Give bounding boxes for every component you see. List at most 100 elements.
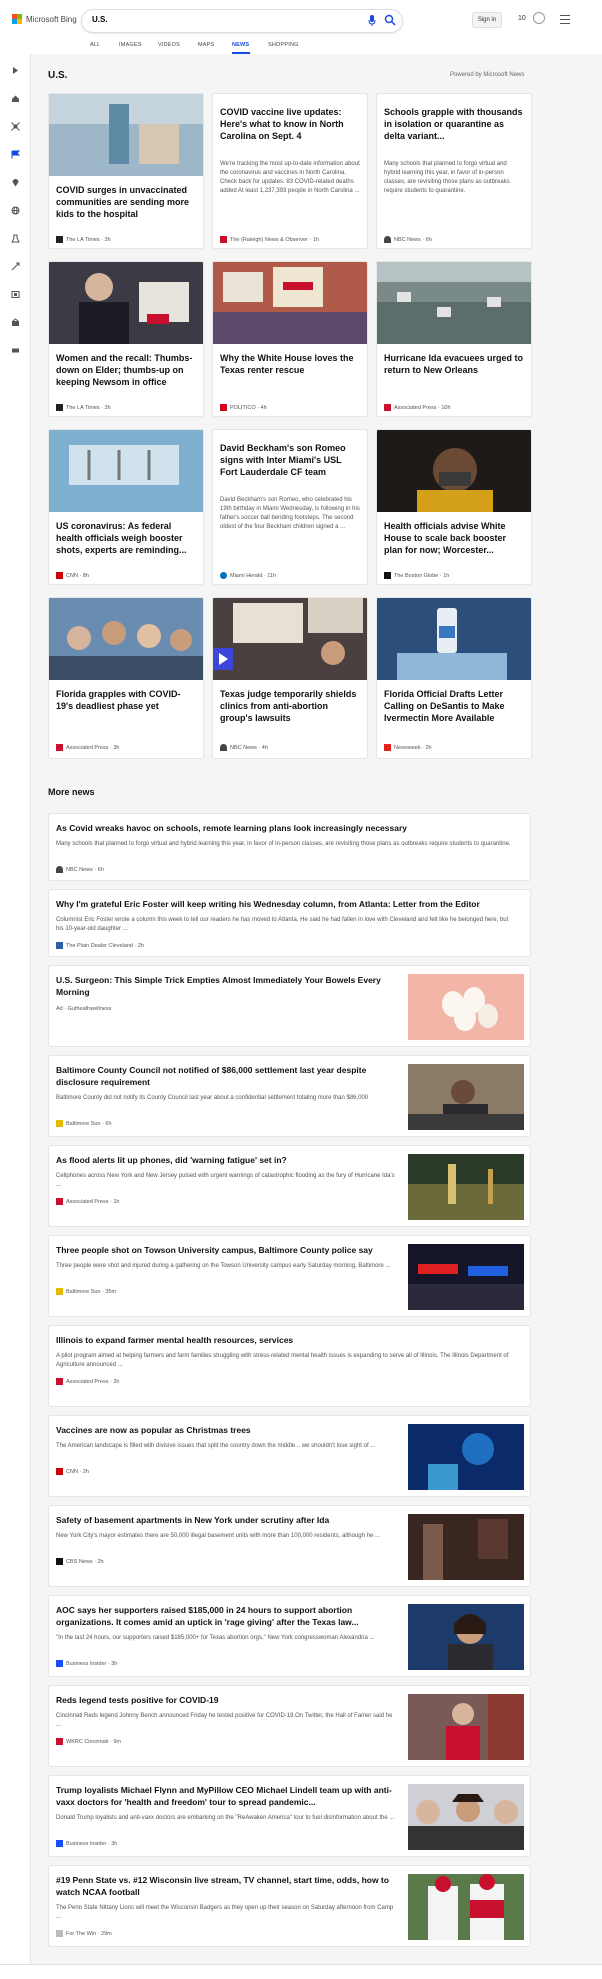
news-card[interactable]: Florida grapples with COVID-19's deadlie… [48, 597, 204, 759]
tab-all[interactable]: ALL [90, 42, 100, 48]
rewards-points[interactable]: 10 [518, 15, 526, 22]
row-source[interactable]: CNN · 2h [56, 1468, 89, 1475]
card-source[interactable]: Associated Press · 3h [56, 744, 120, 751]
card-source[interactable]: Miami Herald · 11h [220, 572, 276, 579]
card-title[interactable]: Florida grapples with COVID-19's deadlie… [56, 688, 196, 712]
news-card[interactable]: COVID vaccine live updates: Here's what … [212, 93, 368, 249]
row-title[interactable]: U.S. Surgeon: This Simple Trick Empties … [56, 974, 396, 998]
news-row[interactable]: Reds legend tests positive for COVID-19 … [48, 1685, 531, 1767]
card-title[interactable]: Schools grapple with thousands in isolat… [384, 106, 524, 142]
card-title[interactable]: Florida Official Drafts Letter Calling o… [384, 688, 524, 724]
news-row[interactable]: Trump loyalists Michael Flynn and MyPill… [48, 1775, 531, 1857]
entertainment-icon[interactable] [11, 290, 20, 299]
row-title[interactable]: #19 Penn State vs. #12 Wisconsin live st… [56, 1874, 396, 1898]
card-title[interactable]: US coronavirus: As federal health offici… [56, 520, 196, 556]
news-card[interactable]: COVID surges in unvaccinated communities… [48, 93, 204, 249]
news-row[interactable]: As flood alerts lit up phones, did 'warn… [48, 1145, 531, 1227]
microphone-icon[interactable] [368, 15, 376, 26]
news-card[interactable]: Why the White House loves the Texas rent… [212, 261, 368, 417]
row-source[interactable]: For The Win · 29m [56, 1930, 112, 1937]
sign-in-button[interactable]: Sign in [472, 12, 502, 28]
row-title[interactable]: Illinois to expand farmer mental health … [56, 1334, 516, 1346]
news-row[interactable]: As Covid wreaks havoc on schools, remote… [48, 813, 531, 881]
home-icon[interactable] [11, 94, 20, 103]
card-title[interactable]: Texas judge temporarily shields clinics … [220, 688, 360, 724]
card-source[interactable]: Associated Press · 10h [384, 404, 451, 411]
row-title[interactable]: AOC says her supporters raised $185,000 … [56, 1604, 396, 1628]
row-title[interactable]: Reds legend tests positive for COVID-19 [56, 1694, 396, 1706]
news-card[interactable]: Schools grapple with thousands in isolat… [376, 93, 532, 249]
row-source[interactable]: Business Insider · 3h [56, 1660, 117, 1667]
row-title[interactable]: Vaccines are now as popular as Christmas… [56, 1424, 396, 1436]
row-title[interactable]: Three people shot on Towson University c… [56, 1244, 396, 1256]
menu-icon[interactable] [560, 15, 570, 27]
card-source[interactable]: NBC News · 6h [384, 236, 432, 243]
card-source[interactable]: NBC News · 4h [220, 744, 268, 751]
sports-icon[interactable] [11, 346, 20, 355]
card-source[interactable]: The Boston Globe · 1h [384, 572, 449, 579]
news-row[interactable]: #19 Penn State vs. #12 Wisconsin live st… [48, 1865, 531, 1947]
row-title[interactable]: Baltimore County Council not notified of… [56, 1064, 396, 1088]
row-source[interactable]: Baltimore Sun · 35m [56, 1288, 116, 1295]
rewards-icon[interactable] [533, 12, 545, 24]
card-title[interactable]: COVID vaccine live updates: Here's what … [220, 106, 360, 142]
news-row[interactable]: AOC says her supporters raised $185,000 … [48, 1595, 531, 1677]
news-card[interactable]: Health officials advise White House to s… [376, 429, 532, 585]
news-card[interactable]: David Beckham's son Romeo signs with Int… [212, 429, 368, 585]
row-source[interactable]: Business Insider · 3h [56, 1840, 117, 1847]
card-source[interactable]: The LA Times · 3h [56, 236, 111, 243]
news-card[interactable]: Women and the recall: Thumbs-down on Eld… [48, 261, 204, 417]
row-source[interactable]: Associated Press · 2h [56, 1378, 120, 1385]
card-title[interactable]: Why the White House loves the Texas rent… [220, 352, 360, 376]
coronavirus-icon[interactable] [11, 122, 20, 131]
news-row[interactable]: Why I'm grateful Eric Foster will keep w… [48, 889, 531, 957]
money-icon[interactable] [11, 318, 20, 327]
news-card[interactable]: Texas judge temporarily shields clinics … [212, 597, 368, 759]
row-title[interactable]: Trump loyalists Michael Flynn and MyPill… [56, 1784, 396, 1808]
globe-icon[interactable] [11, 206, 20, 215]
card-source[interactable]: Newsweek · 2h [384, 744, 432, 751]
search-icon[interactable] [384, 14, 396, 26]
row-source[interactable]: NBC News · 6h [56, 866, 104, 873]
tab-shopping[interactable]: SHOPPING [268, 42, 299, 48]
news-row[interactable]: Vaccines are now as popular as Christmas… [48, 1415, 531, 1497]
tab-images[interactable]: IMAGES [119, 42, 142, 48]
news-row[interactable]: Safety of basement apartments in New Yor… [48, 1505, 531, 1587]
news-card[interactable]: US coronavirus: As federal health offici… [48, 429, 204, 585]
science-icon[interactable] [11, 234, 20, 243]
news-row[interactable]: Illinois to expand farmer mental health … [48, 1325, 531, 1407]
row-title[interactable]: Safety of basement apartments in New Yor… [56, 1514, 396, 1526]
news-row[interactable]: Three people shot on Towson University c… [48, 1235, 531, 1317]
card-title[interactable]: Women and the recall: Thumbs-down on Eld… [56, 352, 196, 388]
card-title[interactable]: Hurricane Ida evacuees urged to return t… [384, 352, 524, 376]
tab-maps[interactable]: MAPS [198, 42, 214, 48]
card-source[interactable]: POLITICO · 4h [220, 404, 267, 411]
row-source[interactable]: WKRC Cincinnati · 9m [56, 1738, 121, 1745]
news-card[interactable]: Hurricane Ida evacuees urged to return t… [376, 261, 532, 417]
card-source[interactable]: The LA Times · 3h [56, 404, 111, 411]
card-title[interactable]: COVID surges in unvaccinated communities… [56, 184, 196, 220]
news-row[interactable]: U.S. Surgeon: This Simple Trick Empties … [48, 965, 531, 1047]
card-source[interactable]: CNN · 8h [56, 572, 89, 579]
tab-videos[interactable]: VIDEOS [158, 42, 180, 48]
row-source[interactable]: Associated Press · 1h [56, 1198, 120, 1205]
row-source[interactable]: Baltimore Sun · 6h [56, 1120, 112, 1127]
card-source[interactable]: The (Raleigh) News & Observer · 1h [220, 236, 319, 243]
us-flag-icon[interactable] [11, 150, 20, 159]
news-card[interactable]: Florida Official Drafts Letter Calling o… [376, 597, 532, 759]
row-source[interactable]: The Plain Dealer Cleveland · 2h [56, 942, 144, 949]
row-title[interactable]: As flood alerts lit up phones, did 'warn… [56, 1154, 396, 1166]
bing-logo[interactable]: Microsoft Bing [12, 14, 77, 24]
card-title[interactable]: Health officials advise White House to s… [384, 520, 524, 556]
row-title[interactable]: Why I'm grateful Eric Foster will keep w… [56, 898, 516, 910]
expand-icon[interactable] [11, 66, 20, 75]
powered-by[interactable]: Powered by Microsoft News [450, 72, 524, 78]
search-input[interactable] [92, 15, 292, 24]
tab-news[interactable]: NEWS [232, 42, 249, 48]
tech-icon[interactable] [11, 262, 20, 271]
card-title[interactable]: David Beckham's son Romeo signs with Int… [220, 442, 360, 478]
row-title[interactable]: As Covid wreaks havoc on schools, remote… [56, 822, 516, 834]
news-row[interactable]: Baltimore County Council not notified of… [48, 1055, 531, 1137]
row-source[interactable]: CBS News · 2h [56, 1558, 104, 1565]
location-icon[interactable] [11, 178, 20, 187]
